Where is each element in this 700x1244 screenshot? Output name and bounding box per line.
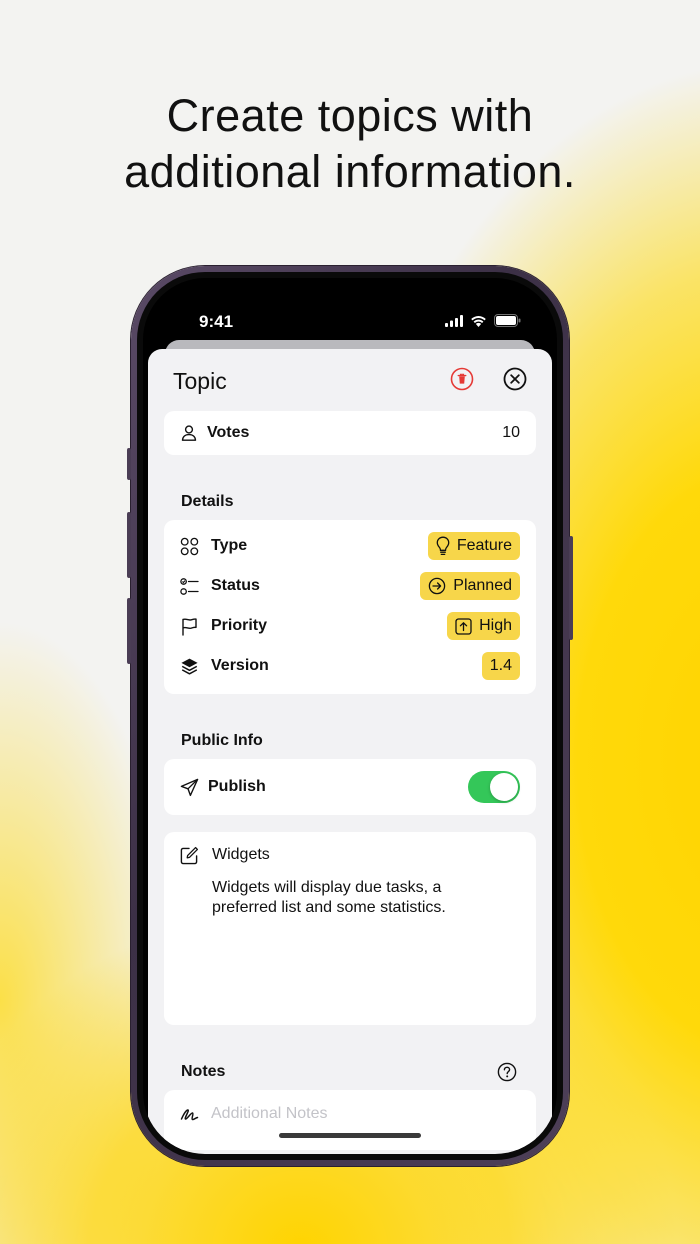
detail-label-priority: Priority [211,617,268,634]
close-button[interactable] [503,367,527,391]
paper-plane-icon [180,778,199,797]
publish-toggle-knob [490,773,518,801]
arrow-right-circle-icon [428,577,446,595]
version-value: 1.4 [489,657,512,674]
silent-switch [127,448,131,480]
volume-down-button [127,598,131,664]
scribble-icon [180,1105,199,1124]
votes-card: Votes 10 [164,411,536,455]
publish-row: Publish [180,771,520,803]
type-pill[interactable]: Feature [427,532,520,560]
edit-square-icon [180,846,199,865]
priority-pill[interactable]: High [447,612,520,640]
phone-frame: 9:41 Topic Votes 10 Details Type Feature… [127,266,573,1166]
trash-icon [450,367,474,391]
notes-input-row[interactable]: Additional Notes [180,1102,520,1126]
details-card: Type Feature Status Planned Priority Hig… [164,520,536,694]
home-indicator[interactable] [279,1133,421,1138]
widgets-title: Widgets [212,846,270,863]
publish-toggle[interactable] [468,771,520,803]
detail-row-status[interactable]: Status Planned [180,572,520,600]
close-circle-icon [503,367,527,391]
publish-label: Publish [208,778,266,795]
status-value: Planned [453,577,512,594]
details-heading: Details [181,493,234,510]
checklist-icon [180,577,199,596]
battery-icon [494,314,521,327]
detail-label-version: Version [211,657,269,674]
priority-value: High [479,617,512,634]
cellular-signal-icon [445,314,463,327]
notes-heading: Notes [181,1063,226,1080]
volume-up-button [127,512,131,578]
detail-label-type: Type [211,537,248,554]
question-circle-icon[interactable] [497,1062,517,1082]
status-bar: 9:41 [143,304,557,334]
detail-label-status: Status [211,577,260,594]
phone-screen: 9:41 Topic Votes 10 Details Type Feature… [143,278,557,1154]
power-button [569,536,573,640]
phone-bezel: 9:41 Topic Votes 10 Details Type Feature… [137,272,563,1160]
flag-icon [180,617,199,636]
votes-value: 10 [502,424,520,441]
widgets-description: Widgets will display due tasks, a prefer… [212,879,446,916]
detail-row-type[interactable]: Type Feature [180,532,520,560]
headline-line-1: Create topics with [166,90,534,141]
sheet-title: Topic [173,368,227,394]
status-time: 9:41 [199,312,234,331]
lightbulb-icon [436,536,450,556]
detail-row-version[interactable]: Version 1.4 [180,652,520,680]
detail-row-priority[interactable]: Priority High [180,612,520,640]
arrow-up-square-icon [455,617,472,635]
type-value: Feature [456,537,512,554]
version-pill[interactable]: 1.4 [481,652,520,680]
layers-icon [180,657,199,676]
votes-label: Votes [207,424,250,441]
status-pill[interactable]: Planned [420,572,520,600]
headline: Create topics with additional informatio… [0,88,700,200]
widgets-card[interactable]: Widgets Widgets will display due tasks, … [164,832,536,1025]
delete-button[interactable] [450,367,474,391]
wifi-icon [470,315,487,327]
person-icon [180,424,198,442]
headline-line-2: additional information. [124,146,576,197]
notes-input[interactable]: Additional Notes [211,1105,328,1123]
public-info-heading: Public Info [181,732,263,749]
publish-card: Publish [164,759,536,815]
notes-card: Additional Notes [164,1090,536,1150]
topic-sheet: Topic Votes 10 Details Type Feature Stat… [148,349,552,1154]
votes-row: Votes 10 [180,411,520,455]
status-icons [445,314,521,327]
grid-circles-icon [180,537,199,556]
